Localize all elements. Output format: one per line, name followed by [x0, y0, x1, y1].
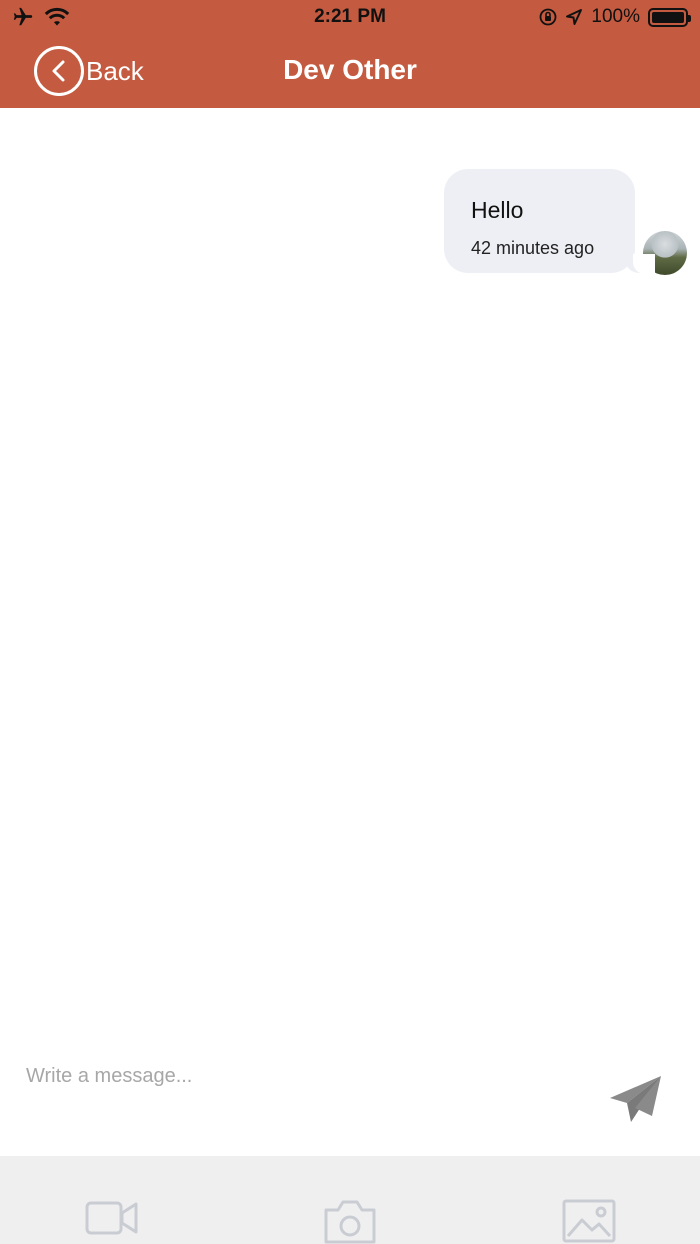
message-list[interactable]: Hello 42 minutes ago	[0, 108, 700, 1048]
send-button[interactable]	[608, 1074, 664, 1124]
location-arrow-icon	[566, 9, 583, 25]
header-bar: 2:21 PM 100% Back Dev Other	[0, 0, 700, 108]
send-icon	[610, 1076, 661, 1122]
video-button[interactable]	[84, 1198, 140, 1243]
message-time: 42 minutes ago	[471, 238, 595, 258]
page-title: Dev Other	[283, 54, 417, 85]
status-bar: 2:21 PM 100%	[0, 0, 700, 36]
message-bubble[interactable]: Hello 42 minutes ago	[444, 169, 655, 274]
rotation-lock-icon	[539, 8, 557, 26]
battery-icon	[648, 7, 691, 27]
image-icon	[562, 1199, 616, 1243]
nav-bar: Back Dev Other	[0, 36, 700, 108]
message-text: Hello	[471, 197, 524, 223]
message-input[interactable]	[26, 1060, 586, 1092]
camera-icon	[324, 1200, 376, 1244]
camera-button[interactable]	[322, 1198, 378, 1244]
image-button[interactable]	[561, 1198, 617, 1244]
composer	[0, 1048, 700, 1156]
media-toolbar	[0, 1156, 700, 1244]
status-right: 100%	[539, 6, 691, 28]
battery-percent: 100%	[591, 6, 640, 27]
video-icon	[85, 1201, 138, 1235]
